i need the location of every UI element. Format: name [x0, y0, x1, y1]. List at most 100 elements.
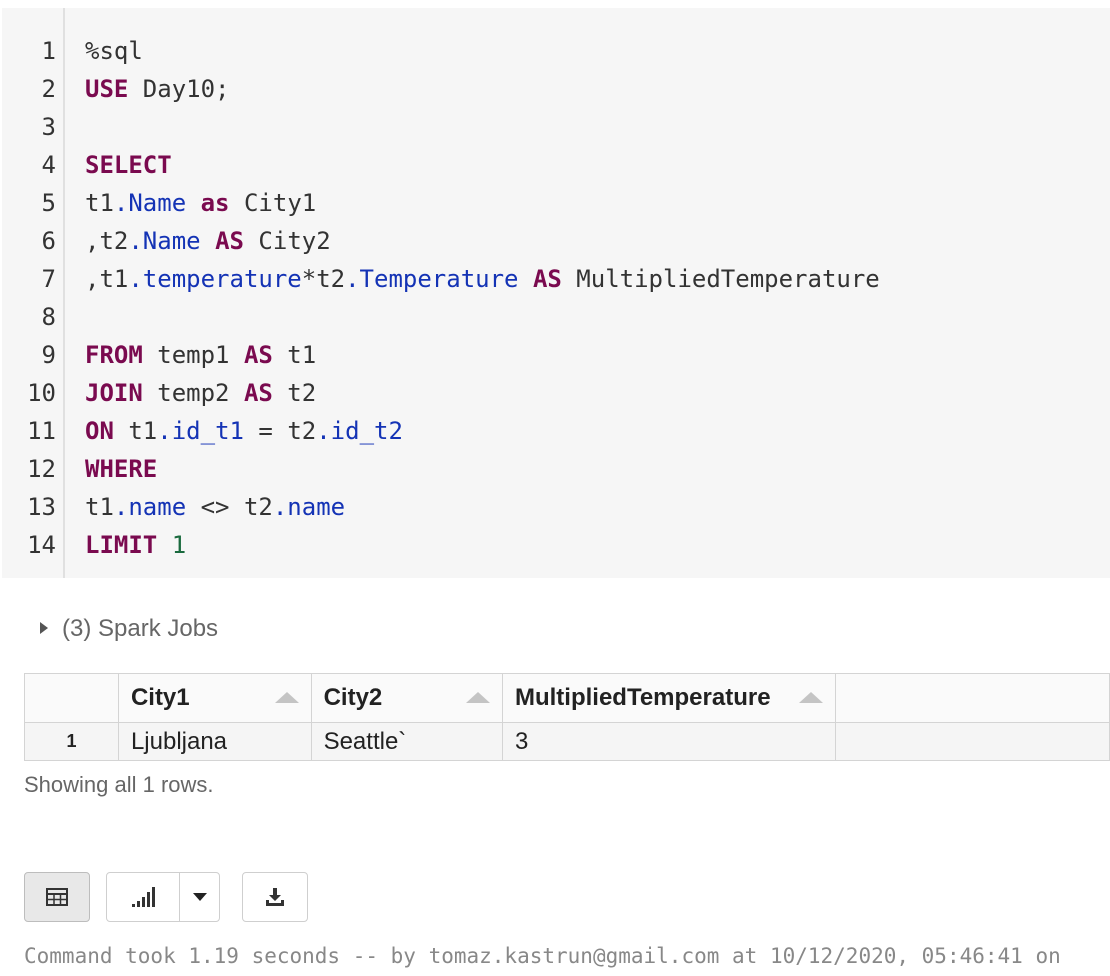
spark-jobs-toggle[interactable]: (3) Spark Jobs — [40, 612, 218, 646]
line-number: 1 — [41, 37, 56, 65]
line-number: 2 — [41, 75, 56, 103]
download-button[interactable] — [242, 872, 308, 922]
sql-keyword: JOIN — [85, 379, 143, 407]
sql-text: t1 — [113, 417, 158, 445]
code-text: t1.name <> t2.name — [85, 488, 345, 526]
line-number: 11 — [27, 417, 56, 445]
sql-text: ,t2 — [85, 227, 129, 255]
line-number: 8 — [41, 303, 56, 331]
chevron-down-icon — [192, 893, 207, 901]
sql-property: .id_t1 — [157, 417, 244, 445]
index-column-header — [24, 673, 119, 723]
line-number: 14 — [27, 531, 56, 559]
gutter-divider — [63, 8, 65, 578]
code-text: SELECT — [85, 146, 172, 184]
code-editor[interactable]: 1 %sql 2 USE Day10; 3 4 SELECT 5 t1.Name as City… — [2, 8, 1110, 578]
column-header-city2[interactable]: City2 — [310, 673, 503, 723]
sql-keyword: AS — [532, 265, 562, 293]
empty-cell — [834, 722, 1110, 761]
column-header-multipliedtemperature[interactable]: MultipliedTemperature — [501, 673, 836, 723]
line-number: 9 — [41, 341, 56, 369]
sql-property: .name — [272, 493, 346, 521]
line-number: 4 — [41, 151, 56, 179]
sort-arrow-icon[interactable] — [274, 692, 299, 703]
sql-text: = t2 — [243, 417, 317, 445]
sql-property: .Name — [113, 189, 187, 217]
table-row: 1 Ljubljana Seattle` 3 — [24, 722, 1110, 761]
sql-text: temp1 — [142, 341, 244, 369]
sql-keyword: as — [200, 189, 230, 217]
results-table: City1 City2 MultipliedTemperature 1 Ljub… — [24, 673, 1110, 761]
sql-keyword: LIMIT — [85, 531, 158, 559]
line-number: 10 — [27, 379, 56, 407]
line-number: 7 — [41, 265, 56, 293]
sql-keyword: SELECT — [85, 151, 172, 179]
sql-text: City2 — [243, 227, 331, 255]
column-header-label: City2 — [323, 684, 383, 711]
sql-property: .name — [113, 493, 187, 521]
sql-property: .id_t2 — [316, 417, 403, 445]
code-text: ,t2.Name AS City2 — [85, 222, 331, 260]
sql-text: MultipliedTemperature — [561, 265, 880, 293]
column-header-city1[interactable]: City1 — [117, 673, 312, 723]
sort-arrow-icon[interactable] — [465, 692, 490, 703]
code-text: LIMIT 1 — [85, 526, 186, 564]
sql-text: t1 — [272, 341, 317, 369]
empty-column-header — [834, 673, 1110, 723]
sql-keyword: FROM — [85, 341, 143, 369]
sql-property: .Temperature — [345, 265, 519, 293]
sql-text: %sql — [85, 37, 143, 65]
column-header-label: MultipliedTemperature — [514, 684, 771, 711]
sql-keyword: AS — [243, 341, 273, 369]
chart-options-dropdown[interactable] — [180, 873, 219, 921]
line-number: 13 — [27, 493, 56, 521]
table-view-button[interactable] — [24, 872, 90, 922]
sql-text: ,t1 — [85, 265, 129, 293]
sql-keyword: AS — [243, 379, 273, 407]
code-text: JOIN temp2 AS t2 — [85, 374, 316, 412]
spark-jobs-label: (3) Spark Jobs — [62, 615, 219, 642]
rows-summary: Showing all 1 rows. — [24, 772, 214, 797]
column-header-label: City1 — [130, 684, 190, 711]
code-text: FROM temp1 AS t1 — [85, 336, 316, 374]
row-index: 1 — [24, 722, 119, 761]
sql-keyword: ON — [85, 417, 114, 445]
download-icon — [266, 888, 284, 906]
sql-text: City1 — [229, 189, 317, 217]
code-text: WHERE — [85, 450, 157, 488]
sql-text: t1 — [85, 493, 114, 521]
table-cell: Seattle` — [310, 722, 503, 761]
code-text: ,t1.temperature*t2.Temperature AS Multip… — [85, 260, 880, 298]
code-text: ON t1.id_t1 = t2.id_t2 — [85, 412, 403, 450]
table-cell: 3 — [501, 722, 836, 761]
chart-button-main[interactable] — [107, 873, 180, 921]
table-cell: Ljubljana — [117, 722, 312, 761]
table-icon — [46, 888, 68, 906]
caret-right-icon — [40, 621, 48, 634]
sql-text: Day10; — [128, 75, 230, 103]
line-number: 12 — [27, 455, 56, 483]
bar-chart-icon — [132, 887, 155, 907]
chart-view-button[interactable] — [106, 872, 220, 922]
code-text: USE Day10; — [85, 70, 230, 108]
sql-keyword: WHERE — [85, 455, 158, 483]
line-number: 6 — [41, 227, 56, 255]
sql-text: t2 — [272, 379, 317, 407]
table-header-row: City1 City2 MultipliedTemperature — [24, 673, 1110, 723]
sql-text: t1 — [85, 189, 114, 217]
code-text: %sql — [85, 32, 143, 70]
line-number: 3 — [41, 113, 56, 141]
line-number: 5 — [41, 189, 56, 217]
sort-arrow-icon[interactable] — [798, 692, 823, 703]
sql-property: .Name — [128, 227, 201, 255]
code-text: t1.Name as City1 — [85, 184, 316, 222]
sql-keyword: USE — [85, 75, 129, 103]
sql-text: temp2 — [142, 379, 244, 407]
sql-text: <> t2 — [186, 493, 273, 521]
sql-property: .temperature — [128, 265, 302, 293]
command-status: Command took 1.19 seconds -- by tomaz.ka… — [24, 944, 1061, 968]
sql-text: *t2 — [301, 265, 346, 293]
